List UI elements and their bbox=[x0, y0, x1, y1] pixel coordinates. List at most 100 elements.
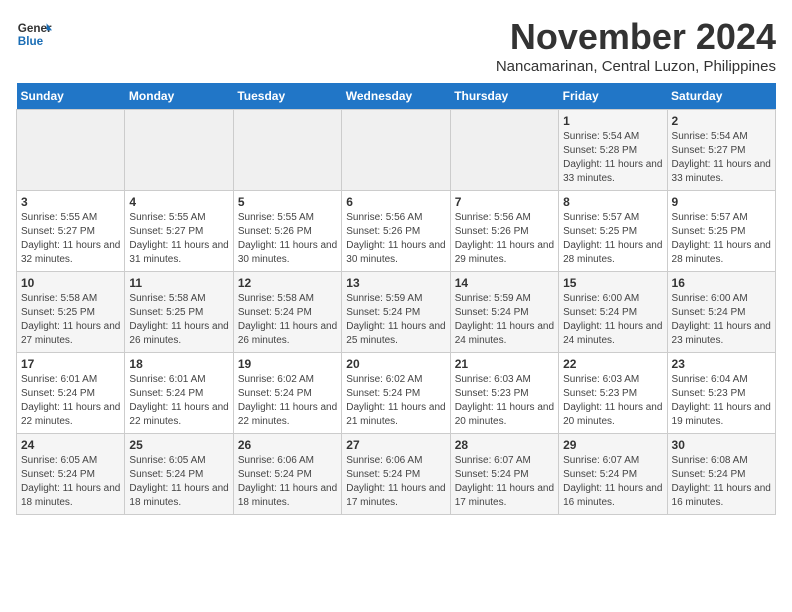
calendar-cell: 20 Sunrise: 6:02 AM Sunset: 5:24 PM Dayli… bbox=[342, 353, 450, 434]
day-info: Sunrise: 5:56 AM Sunset: 5:26 PM Dayligh… bbox=[455, 211, 554, 267]
calendar-cell: 19Sunrise: 6:02 AM Sunset: 5:24 PM Dayli… bbox=[233, 353, 341, 434]
day-number: 17 bbox=[21, 357, 120, 371]
svg-text:Blue: Blue bbox=[18, 35, 44, 48]
calendar-cell: 2 Sunrise: 5:54 AM Sunset: 5:27 PM Daylig… bbox=[667, 110, 775, 191]
day-info: Sunrise: 6:06 AM Sunset: 5:24 PM Dayligh… bbox=[238, 454, 337, 510]
day-info: Sunrise: 5:54 AM Sunset: 5:27 PM Dayligh… bbox=[672, 130, 771, 186]
month-title: November 2024 bbox=[496, 16, 776, 58]
calendar-cell: 25 Sunrise: 6:05 AM Sunset: 5:24 PM Dayli… bbox=[125, 434, 233, 515]
calendar-cell: 24 Sunrise: 6:05 AM Sunset: 5:24 PM Dayli… bbox=[17, 434, 125, 515]
day-number: 24 bbox=[21, 438, 120, 452]
day-number: 26 bbox=[238, 438, 337, 452]
weekday-header-monday: Monday bbox=[125, 83, 233, 110]
calendar-cell: 1 Sunrise: 5:54 AM Sunset: 5:28 PM Daylig… bbox=[559, 110, 667, 191]
day-number: 13 bbox=[346, 276, 445, 290]
day-number: 7 bbox=[455, 195, 554, 209]
day-info: Sunrise: 6:02 AM Sunset: 5:24 PM Dayligh… bbox=[346, 373, 445, 429]
calendar-cell: 23 Sunrise: 6:04 AM Sunset: 5:23 PM Dayli… bbox=[667, 353, 775, 434]
day-number: 21 bbox=[455, 357, 554, 371]
calendar-week-row: 17 Sunrise: 6:01 AM Sunset: 5:24 PM Dayli… bbox=[17, 353, 776, 434]
day-number: 23 bbox=[672, 357, 771, 371]
calendar-cell bbox=[233, 110, 341, 191]
logo-icon: General Blue bbox=[16, 16, 52, 52]
weekday-header-friday: Friday bbox=[559, 83, 667, 110]
day-number: 5 bbox=[238, 195, 337, 209]
calendar-cell bbox=[125, 110, 233, 191]
location: Nancamarinan, Central Luzon, Philippines bbox=[496, 58, 776, 75]
day-info: Sunrise: 5:56 AM Sunset: 5:26 PM Dayligh… bbox=[346, 211, 445, 267]
day-info: Sunrise: 5:58 AM Sunset: 5:24 PM Dayligh… bbox=[238, 292, 337, 348]
day-number: 15 bbox=[563, 276, 662, 290]
day-info: Sunrise: 5:55 AM Sunset: 5:27 PM Dayligh… bbox=[21, 211, 120, 267]
calendar-cell bbox=[342, 110, 450, 191]
day-number: 16 bbox=[672, 276, 771, 290]
day-number: 11 bbox=[129, 276, 228, 290]
day-number: 25 bbox=[129, 438, 228, 452]
day-info: Sunrise: 5:58 AM Sunset: 5:25 PM Dayligh… bbox=[21, 292, 120, 348]
day-number: 1 bbox=[563, 114, 662, 128]
calendar-cell: 12 Sunrise: 5:58 AM Sunset: 5:24 PM Dayli… bbox=[233, 272, 341, 353]
day-number: 2 bbox=[672, 114, 771, 128]
day-info: Sunrise: 6:04 AM Sunset: 5:23 PM Dayligh… bbox=[672, 373, 771, 429]
calendar-week-row: 10 Sunrise: 5:58 AM Sunset: 5:25 PM Dayli… bbox=[17, 272, 776, 353]
day-info: Sunrise: 5:59 AM Sunset: 5:24 PM Dayligh… bbox=[346, 292, 445, 348]
day-info: Sunrise: 6:00 AM Sunset: 5:24 PM Dayligh… bbox=[672, 292, 771, 348]
day-info: Sunrise: 6:07 AM Sunset: 5:24 PM Dayligh… bbox=[563, 454, 662, 510]
day-number: 9 bbox=[672, 195, 771, 209]
weekday-header-tuesday: Tuesday bbox=[233, 83, 341, 110]
calendar-cell: 17 Sunrise: 6:01 AM Sunset: 5:24 PM Dayli… bbox=[17, 353, 125, 434]
calendar-cell: 29 Sunrise: 6:07 AM Sunset: 5:24 PM Dayli… bbox=[559, 434, 667, 515]
day-info: Sunrise: 5:54 AM Sunset: 5:28 PM Dayligh… bbox=[563, 130, 662, 186]
weekday-header-wednesday: Wednesday bbox=[342, 83, 450, 110]
calendar-cell: 4 Sunrise: 5:55 AM Sunset: 5:27 PM Daylig… bbox=[125, 191, 233, 272]
day-number: 12 bbox=[238, 276, 337, 290]
calendar-cell: 8Sunrise: 5:57 AM Sunset: 5:25 PM Daylig… bbox=[559, 191, 667, 272]
day-info: Sunrise: 5:58 AM Sunset: 5:25 PM Dayligh… bbox=[129, 292, 228, 348]
day-number: 4 bbox=[129, 195, 228, 209]
calendar-cell: 3Sunrise: 5:55 AM Sunset: 5:27 PM Daylig… bbox=[17, 191, 125, 272]
calendar-cell bbox=[450, 110, 558, 191]
calendar-cell: 28Sunrise: 6:07 AM Sunset: 5:24 PM Dayli… bbox=[450, 434, 558, 515]
calendar-cell: 14Sunrise: 5:59 AM Sunset: 5:24 PM Dayli… bbox=[450, 272, 558, 353]
day-info: Sunrise: 6:01 AM Sunset: 5:24 PM Dayligh… bbox=[21, 373, 120, 429]
calendar-cell: 18 Sunrise: 6:01 AM Sunset: 5:24 PM Dayli… bbox=[125, 353, 233, 434]
title-block: November 2024 Nancamarinan, Central Luzo… bbox=[496, 16, 776, 75]
day-number: 6 bbox=[346, 195, 445, 209]
day-info: Sunrise: 6:01 AM Sunset: 5:24 PM Dayligh… bbox=[129, 373, 228, 429]
calendar-cell: 27 Sunrise: 6:06 AM Sunset: 5:24 PM Dayli… bbox=[342, 434, 450, 515]
calendar-week-row: 24 Sunrise: 6:05 AM Sunset: 5:24 PM Dayli… bbox=[17, 434, 776, 515]
day-number: 27 bbox=[346, 438, 445, 452]
day-info: Sunrise: 6:07 AM Sunset: 5:24 PM Dayligh… bbox=[455, 454, 554, 510]
day-number: 8 bbox=[563, 195, 662, 209]
weekday-header-thursday: Thursday bbox=[450, 83, 558, 110]
day-info: Sunrise: 6:08 AM Sunset: 5:24 PM Dayligh… bbox=[672, 454, 771, 510]
calendar-cell: 6 Sunrise: 5:56 AM Sunset: 5:26 PM Daylig… bbox=[342, 191, 450, 272]
day-info: Sunrise: 6:05 AM Sunset: 5:24 PM Dayligh… bbox=[21, 454, 120, 510]
calendar-cell: 5 Sunrise: 5:55 AM Sunset: 5:26 PM Daylig… bbox=[233, 191, 341, 272]
calendar-cell: 11 Sunrise: 5:58 AM Sunset: 5:25 PM Dayli… bbox=[125, 272, 233, 353]
calendar-cell: 22Sunrise: 6:03 AM Sunset: 5:23 PM Dayli… bbox=[559, 353, 667, 434]
day-info: Sunrise: 6:05 AM Sunset: 5:24 PM Dayligh… bbox=[129, 454, 228, 510]
calendar-week-row: 3Sunrise: 5:55 AM Sunset: 5:27 PM Daylig… bbox=[17, 191, 776, 272]
day-info: Sunrise: 6:02 AM Sunset: 5:24 PM Dayligh… bbox=[238, 373, 337, 429]
logo: General Blue bbox=[16, 16, 52, 52]
day-info: Sunrise: 6:00 AM Sunset: 5:24 PM Dayligh… bbox=[563, 292, 662, 348]
calendar-cell: 30Sunrise: 6:08 AM Sunset: 5:24 PM Dayli… bbox=[667, 434, 775, 515]
calendar-cell: 13 Sunrise: 5:59 AM Sunset: 5:24 PM Dayli… bbox=[342, 272, 450, 353]
weekday-header-row: SundayMondayTuesdayWednesdayThursdayFrid… bbox=[17, 83, 776, 110]
day-number: 20 bbox=[346, 357, 445, 371]
day-info: Sunrise: 6:03 AM Sunset: 5:23 PM Dayligh… bbox=[455, 373, 554, 429]
day-info: Sunrise: 6:06 AM Sunset: 5:24 PM Dayligh… bbox=[346, 454, 445, 510]
day-number: 22 bbox=[563, 357, 662, 371]
calendar-week-row: 1 Sunrise: 5:54 AM Sunset: 5:28 PM Daylig… bbox=[17, 110, 776, 191]
day-number: 18 bbox=[129, 357, 228, 371]
day-number: 29 bbox=[563, 438, 662, 452]
page-header: General Blue November 2024 Nancamarinan,… bbox=[16, 16, 776, 75]
calendar-cell bbox=[17, 110, 125, 191]
day-info: Sunrise: 5:55 AM Sunset: 5:27 PM Dayligh… bbox=[129, 211, 228, 267]
calendar-cell: 26 Sunrise: 6:06 AM Sunset: 5:24 PM Dayli… bbox=[233, 434, 341, 515]
calendar-table: SundayMondayTuesdayWednesdayThursdayFrid… bbox=[16, 83, 776, 515]
calendar-cell: 10 Sunrise: 5:58 AM Sunset: 5:25 PM Dayli… bbox=[17, 272, 125, 353]
day-info: Sunrise: 5:55 AM Sunset: 5:26 PM Dayligh… bbox=[238, 211, 337, 267]
day-number: 10 bbox=[21, 276, 120, 290]
